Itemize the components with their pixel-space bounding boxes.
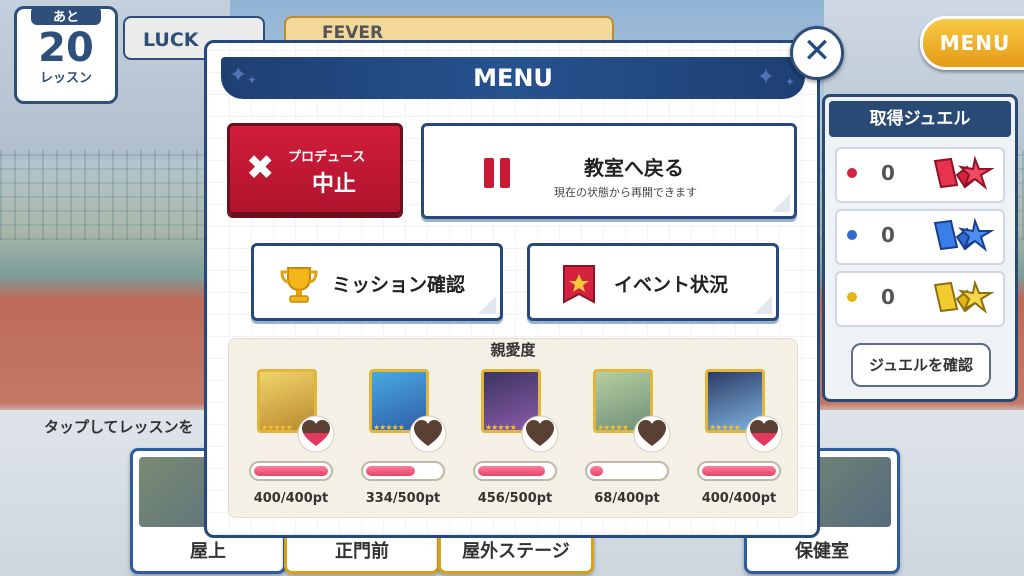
return-sublabel: 現在の状態から再開できます [554, 186, 697, 199]
modal-header: ✦ ✦ ✦ ✦ MENU [221, 57, 805, 99]
rarity-stars-icon: ★★★★★ [373, 423, 405, 432]
affection-panel: 親愛度 ★★★★★ 400/400pt ★★★★★ 334/500pt ★★★★★ 456… [228, 338, 798, 518]
affection-progress-bar [697, 461, 781, 481]
affection-progress-bar [249, 461, 333, 481]
quit-produce-label-top: プロデュース [288, 150, 366, 165]
red-jewel-icon [933, 155, 995, 190]
location-name: 屋上 [190, 541, 226, 562]
blue-dot-icon [847, 230, 857, 240]
affection-title: 親愛度 [490, 341, 536, 359]
affection-points: 334/500pt [365, 491, 441, 506]
lessons-prefix: あと [31, 6, 101, 25]
lessons-count: 20 [38, 25, 94, 71]
affection-progress-fill [254, 466, 328, 476]
location-name: 屋外ステージ [462, 541, 570, 562]
affection-character-2[interactable]: ★★★★★ 334/500pt [361, 369, 461, 509]
return-to-classroom-button[interactable]: 教室へ戻る 現在の状態から再開できます [421, 123, 797, 219]
red-dot-icon [847, 168, 857, 178]
heart-icon [297, 415, 335, 453]
heart-icon [745, 415, 783, 453]
corner-decoration [478, 296, 496, 314]
luck-label: LUCK [143, 29, 199, 51]
affection-points: 68/400pt [594, 491, 660, 506]
rarity-stars-icon: ★★★★★ [597, 423, 629, 432]
cross-icon: ✖ [246, 148, 275, 188]
close-icon: ✕ [802, 31, 832, 71]
quit-produce-label-main: 中止 [312, 172, 357, 197]
location-name: 正門前 [335, 541, 389, 562]
heart-icon [633, 415, 671, 453]
tap-hint-text: タップしてレッスンを [44, 418, 194, 436]
jewel-count: 0 [881, 285, 895, 309]
event-status-label: イベント状況 [614, 274, 729, 296]
affection-progress-fill [478, 466, 545, 476]
affection-progress-bar [473, 461, 557, 481]
pause-icon [484, 158, 512, 188]
return-label: 教室へ戻る [584, 156, 684, 180]
affection-points: 400/400pt [701, 491, 777, 506]
yellow-jewel-icon [933, 279, 995, 314]
yellow-dot-icon [847, 292, 857, 302]
rarity-stars-icon: ★★★★★ [485, 423, 517, 432]
affection-progress-fill [590, 466, 603, 476]
blue-jewel-icon [933, 217, 995, 252]
affection-character-4[interactable]: ★★★★★ 68/400pt [585, 369, 685, 509]
affection-progress-fill [702, 466, 776, 476]
close-button[interactable]: ✕ [790, 26, 844, 80]
event-banner-icon [563, 265, 595, 304]
affection-progress-bar [585, 461, 669, 481]
lessons-remaining-badge: あと 20 レッスン [14, 6, 118, 104]
mission-check-button[interactable]: ミッション確認 [251, 243, 503, 321]
affection-character-1[interactable]: ★★★★★ 400/400pt [249, 369, 349, 509]
affection-character-5[interactable]: ★★★★★ 400/400pt [697, 369, 797, 509]
corner-decoration [772, 194, 790, 212]
rarity-stars-icon: ★★★★★ [261, 423, 293, 432]
heart-icon [409, 415, 447, 453]
jewel-row-red: 0 [835, 147, 1005, 203]
jewel-panel: 取得ジュエル 0 0 0 ジュエルを確認 [822, 94, 1018, 402]
affection-points: 400/400pt [253, 491, 329, 506]
corner-decoration [754, 296, 772, 314]
mission-check-label: ミッション確認 [332, 274, 466, 296]
trophy-icon [280, 267, 318, 303]
affection-progress-bar [361, 461, 445, 481]
jewel-count: 0 [881, 223, 895, 247]
jewel-row-yellow: 0 [835, 271, 1005, 327]
location-name: 保健室 [795, 541, 849, 562]
quit-produce-button[interactable]: ✖ プロデュース 中止 [227, 123, 403, 215]
rarity-stars-icon: ★★★★★ [709, 423, 741, 432]
jewel-row-blue: 0 [835, 209, 1005, 265]
modal-title: MENU [473, 64, 553, 92]
affection-character-3[interactable]: ★★★★★ 456/500pt [473, 369, 573, 509]
event-status-button[interactable]: イベント状況 [527, 243, 779, 321]
menu-button[interactable]: MENU [920, 16, 1024, 70]
jewel-count: 0 [881, 161, 895, 185]
lessons-suffix: レッスン [39, 71, 92, 86]
jewel-panel-title: 取得ジュエル [829, 101, 1011, 137]
affection-progress-fill [366, 466, 415, 476]
affection-points: 456/500pt [477, 491, 553, 506]
heart-icon [521, 415, 559, 453]
check-jewels-button[interactable]: ジュエルを確認 [851, 343, 991, 387]
